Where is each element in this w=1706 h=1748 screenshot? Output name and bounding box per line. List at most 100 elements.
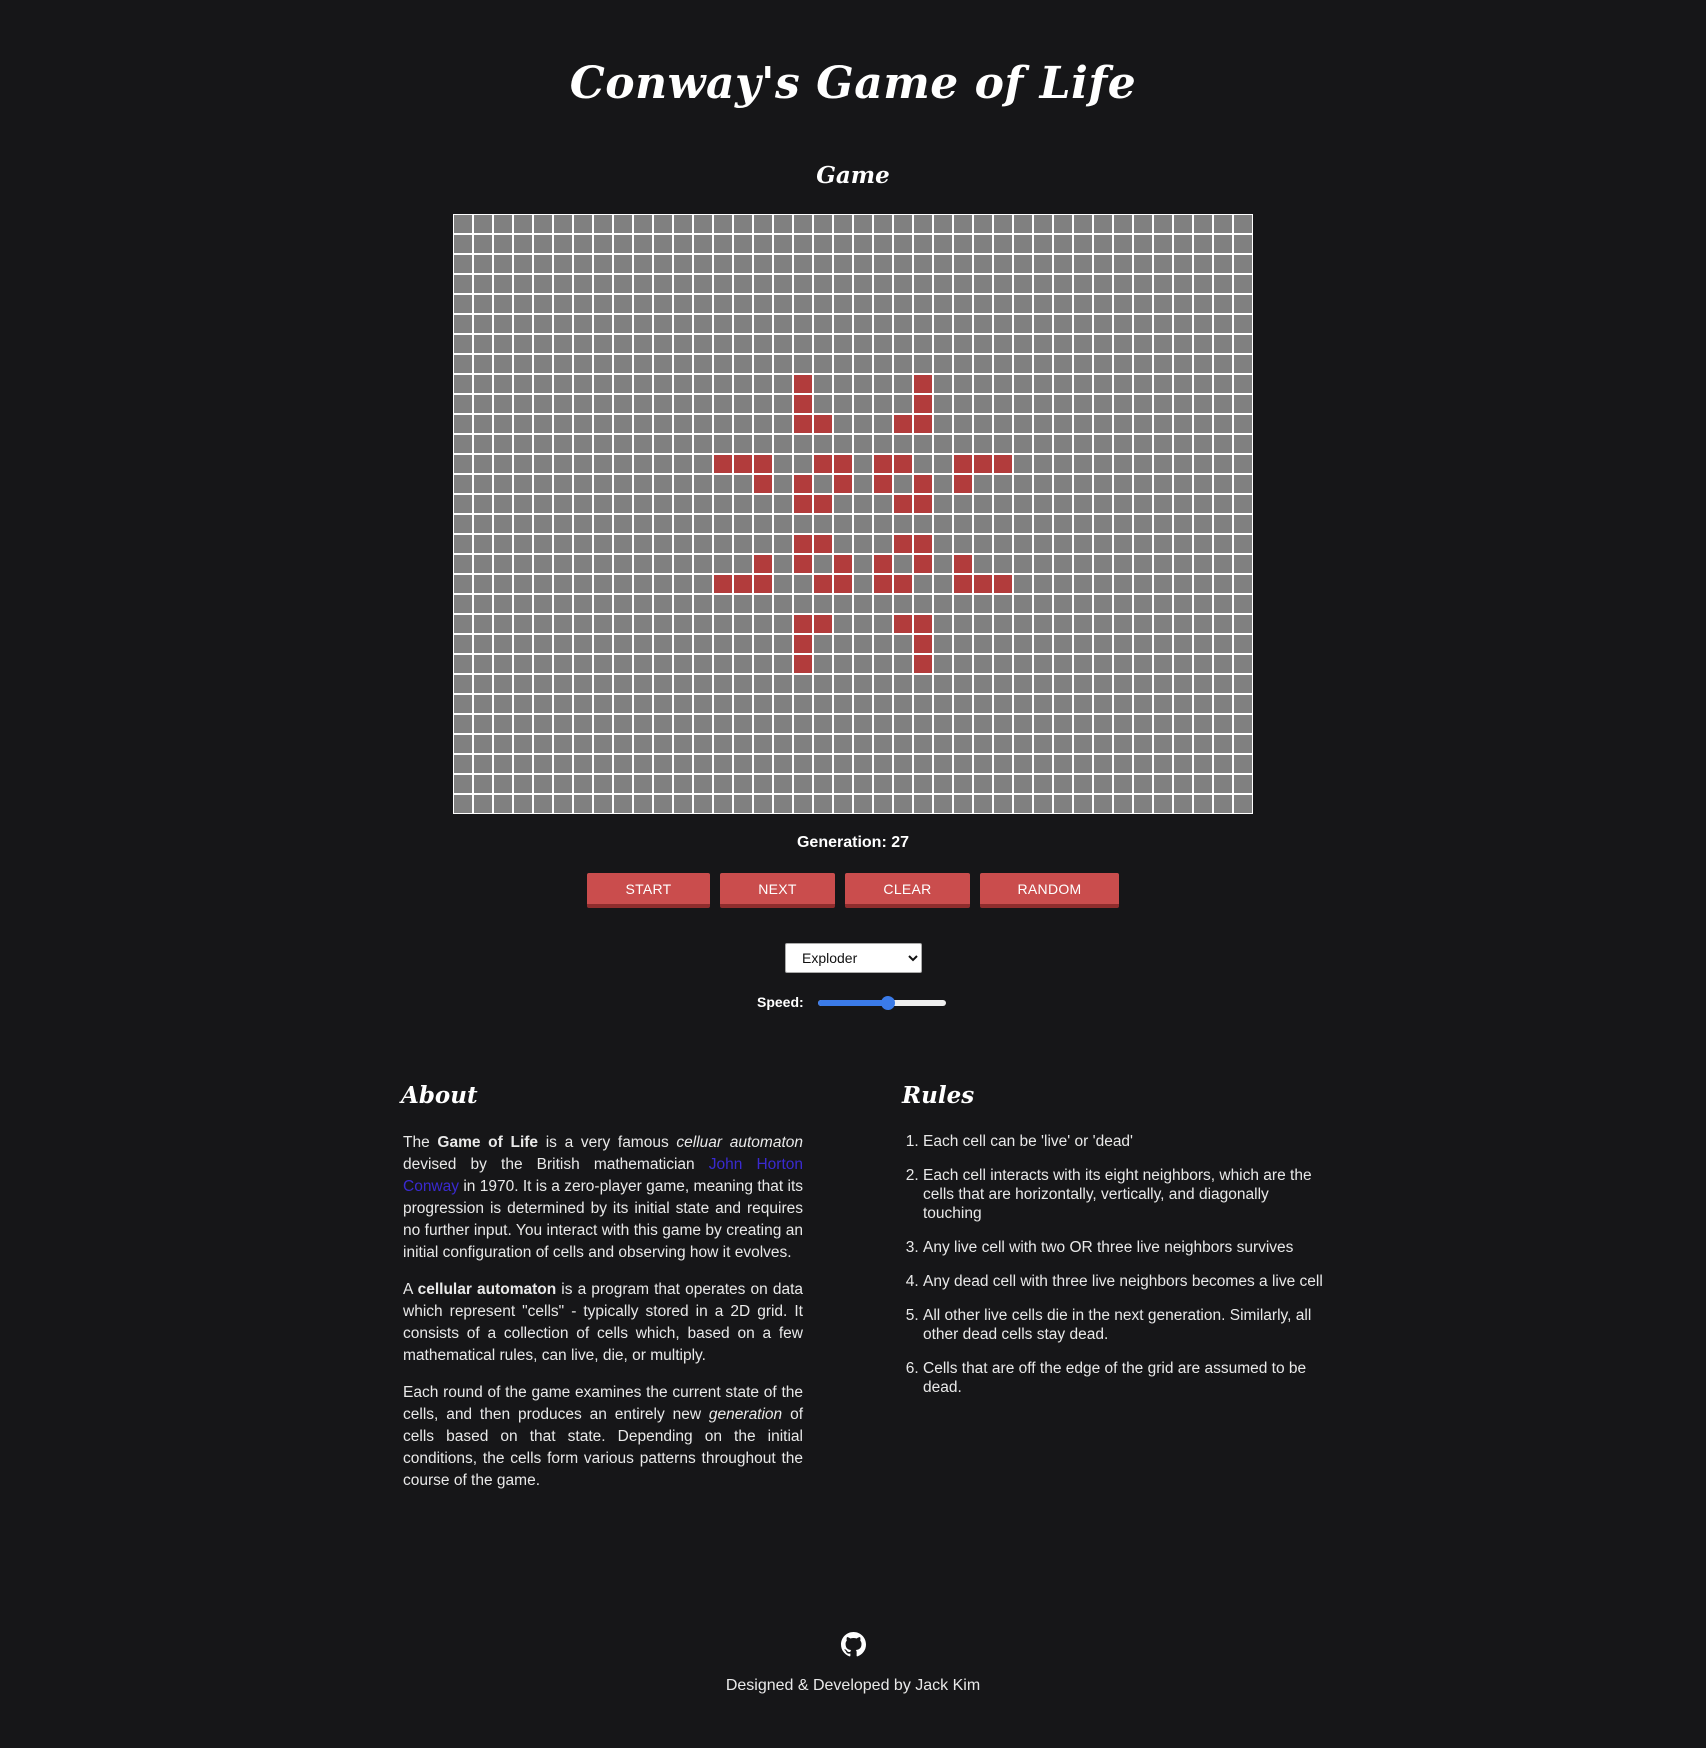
cell-dead[interactable] <box>1214 615 1232 633</box>
cell-dead[interactable] <box>1074 475 1092 493</box>
cell-dead[interactable] <box>894 555 912 573</box>
cell-dead[interactable] <box>454 675 472 693</box>
cell-dead[interactable] <box>574 775 592 793</box>
cell-dead[interactable] <box>1134 335 1152 353</box>
cell-dead[interactable] <box>954 735 972 753</box>
cell-dead[interactable] <box>454 355 472 373</box>
cell-dead[interactable] <box>1154 735 1172 753</box>
cell-dead[interactable] <box>1034 215 1052 233</box>
cell-dead[interactable] <box>694 495 712 513</box>
cell-dead[interactable] <box>714 355 732 373</box>
cell-dead[interactable] <box>1134 275 1152 293</box>
cell-dead[interactable] <box>454 315 472 333</box>
cell-dead[interactable] <box>1094 235 1112 253</box>
cell-alive[interactable] <box>814 575 832 593</box>
cell-dead[interactable] <box>714 555 732 573</box>
cell-dead[interactable] <box>714 695 732 713</box>
cell-dead[interactable] <box>974 335 992 353</box>
cell-dead[interactable] <box>1114 435 1132 453</box>
cell-dead[interactable] <box>674 235 692 253</box>
cell-dead[interactable] <box>1074 455 1092 473</box>
cell-dead[interactable] <box>714 235 732 253</box>
cell-dead[interactable] <box>834 255 852 273</box>
cell-dead[interactable] <box>634 295 652 313</box>
cell-dead[interactable] <box>474 555 492 573</box>
cell-dead[interactable] <box>1094 755 1112 773</box>
cell-dead[interactable] <box>534 475 552 493</box>
cell-dead[interactable] <box>854 315 872 333</box>
cell-dead[interactable] <box>954 635 972 653</box>
cell-dead[interactable] <box>954 655 972 673</box>
cell-dead[interactable] <box>1174 215 1192 233</box>
cell-alive[interactable] <box>954 555 972 573</box>
cell-dead[interactable] <box>574 655 592 673</box>
cell-dead[interactable] <box>1074 795 1092 813</box>
cell-dead[interactable] <box>794 435 812 453</box>
game-board[interactable] <box>453 214 1253 814</box>
cell-dead[interactable] <box>934 295 952 313</box>
cell-dead[interactable] <box>534 635 552 653</box>
cell-dead[interactable] <box>774 335 792 353</box>
cell-dead[interactable] <box>1134 775 1152 793</box>
cell-dead[interactable] <box>654 755 672 773</box>
cell-dead[interactable] <box>754 215 772 233</box>
cell-dead[interactable] <box>734 615 752 633</box>
cell-dead[interactable] <box>454 535 472 553</box>
cell-dead[interactable] <box>994 655 1012 673</box>
cell-dead[interactable] <box>1194 655 1212 673</box>
cell-dead[interactable] <box>1234 515 1252 533</box>
cell-dead[interactable] <box>694 575 712 593</box>
cell-dead[interactable] <box>714 515 732 533</box>
cell-dead[interactable] <box>714 395 732 413</box>
cell-dead[interactable] <box>674 435 692 453</box>
cell-dead[interactable] <box>1034 495 1052 513</box>
cell-alive[interactable] <box>794 635 812 653</box>
cell-dead[interactable] <box>1134 495 1152 513</box>
cell-dead[interactable] <box>554 595 572 613</box>
cell-dead[interactable] <box>994 695 1012 713</box>
cell-dead[interactable] <box>1194 495 1212 513</box>
cell-dead[interactable] <box>1154 715 1172 733</box>
cell-dead[interactable] <box>694 695 712 713</box>
github-icon[interactable] <box>841 1632 866 1657</box>
cell-dead[interactable] <box>1094 735 1112 753</box>
cell-dead[interactable] <box>1054 555 1072 573</box>
cell-dead[interactable] <box>914 715 932 733</box>
cell-dead[interactable] <box>514 395 532 413</box>
cell-dead[interactable] <box>454 615 472 633</box>
cell-dead[interactable] <box>534 495 552 513</box>
cell-dead[interactable] <box>994 355 1012 373</box>
cell-dead[interactable] <box>934 575 952 593</box>
cell-dead[interactable] <box>574 315 592 333</box>
cell-dead[interactable] <box>894 275 912 293</box>
cell-dead[interactable] <box>734 335 752 353</box>
cell-dead[interactable] <box>974 735 992 753</box>
cell-dead[interactable] <box>594 235 612 253</box>
cell-alive[interactable] <box>874 475 892 493</box>
cell-dead[interactable] <box>814 735 832 753</box>
cell-dead[interactable] <box>954 495 972 513</box>
cell-dead[interactable] <box>454 335 472 353</box>
cell-dead[interactable] <box>954 255 972 273</box>
cell-dead[interactable] <box>754 755 772 773</box>
cell-dead[interactable] <box>934 755 952 773</box>
cell-dead[interactable] <box>514 635 532 653</box>
cell-dead[interactable] <box>454 475 472 493</box>
cell-dead[interactable] <box>794 735 812 753</box>
cell-dead[interactable] <box>574 675 592 693</box>
cell-dead[interactable] <box>494 675 512 693</box>
cell-dead[interactable] <box>494 555 512 573</box>
cell-dead[interactable] <box>934 675 952 693</box>
cell-dead[interactable] <box>754 295 772 313</box>
cell-dead[interactable] <box>974 515 992 533</box>
cell-dead[interactable] <box>674 795 692 813</box>
cell-dead[interactable] <box>774 475 792 493</box>
cell-dead[interactable] <box>614 695 632 713</box>
cell-dead[interactable] <box>754 255 772 273</box>
cell-dead[interactable] <box>814 635 832 653</box>
cell-dead[interactable] <box>594 435 612 453</box>
cell-dead[interactable] <box>874 795 892 813</box>
cell-dead[interactable] <box>714 755 732 773</box>
cell-dead[interactable] <box>814 555 832 573</box>
cell-dead[interactable] <box>534 575 552 593</box>
